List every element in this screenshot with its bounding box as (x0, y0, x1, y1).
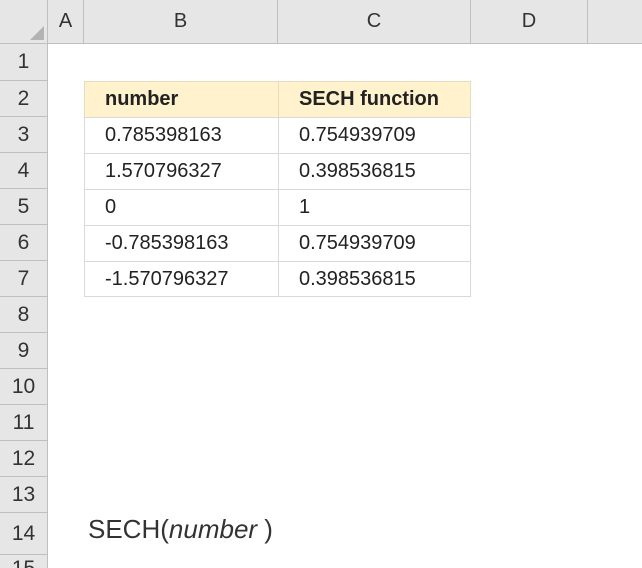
row-header-10[interactable]: 10 (0, 369, 48, 405)
row-header-14[interactable]: 14 (0, 513, 48, 555)
row-header-4[interactable]: 4 (0, 153, 48, 189)
row-header-15[interactable]: 15 (0, 555, 48, 568)
syntax-argument: number (168, 514, 258, 544)
row-header-1[interactable]: 1 (0, 44, 48, 81)
table-cell[interactable]: -1.570796327 (84, 261, 279, 297)
table-cell[interactable]: 0.754939709 (278, 225, 471, 262)
table-cell[interactable]: -0.785398163 (84, 225, 279, 262)
row-header-6[interactable]: 6 (0, 225, 48, 261)
syntax-close-paren: ) (257, 514, 273, 544)
table-header-number[interactable]: number (84, 81, 279, 118)
table-cell[interactable]: 0.398536815 (278, 261, 471, 297)
table-header-sech-function[interactable]: SECH function (278, 81, 471, 118)
table-cell[interactable]: 0 (84, 189, 279, 226)
column-header-d[interactable]: D (471, 0, 588, 44)
column-header-c[interactable]: C (278, 0, 471, 44)
row-header-13[interactable]: 13 (0, 477, 48, 513)
syntax-function-name: SECH( (88, 514, 169, 544)
row-header-12[interactable]: 12 (0, 441, 48, 477)
table-cell[interactable]: 1.570796327 (84, 153, 279, 190)
spreadsheet: A B C D 1 2 3 4 5 6 7 8 9 10 11 12 13 14… (0, 0, 642, 568)
table-cell[interactable]: 0.785398163 (84, 117, 279, 154)
row-header-8[interactable]: 8 (0, 297, 48, 333)
row-header-7[interactable]: 7 (0, 261, 48, 297)
column-header-a[interactable]: A (48, 0, 84, 44)
row-header-11[interactable]: 11 (0, 405, 48, 441)
select-all-triangle-icon (30, 26, 44, 40)
column-header-b[interactable]: B (84, 0, 278, 44)
row-header-5[interactable]: 5 (0, 189, 48, 225)
function-syntax: SECH(number ) (88, 514, 273, 545)
table-cell[interactable]: 0.754939709 (278, 117, 471, 154)
table-cell[interactable]: 0.398536815 (278, 153, 471, 190)
row-header-2[interactable]: 2 (0, 81, 48, 117)
row-header-9[interactable]: 9 (0, 333, 48, 369)
column-header-e[interactable] (588, 0, 642, 44)
table-cell[interactable]: 1 (278, 189, 471, 226)
select-all-corner[interactable] (0, 0, 48, 44)
row-header-3[interactable]: 3 (0, 117, 48, 153)
